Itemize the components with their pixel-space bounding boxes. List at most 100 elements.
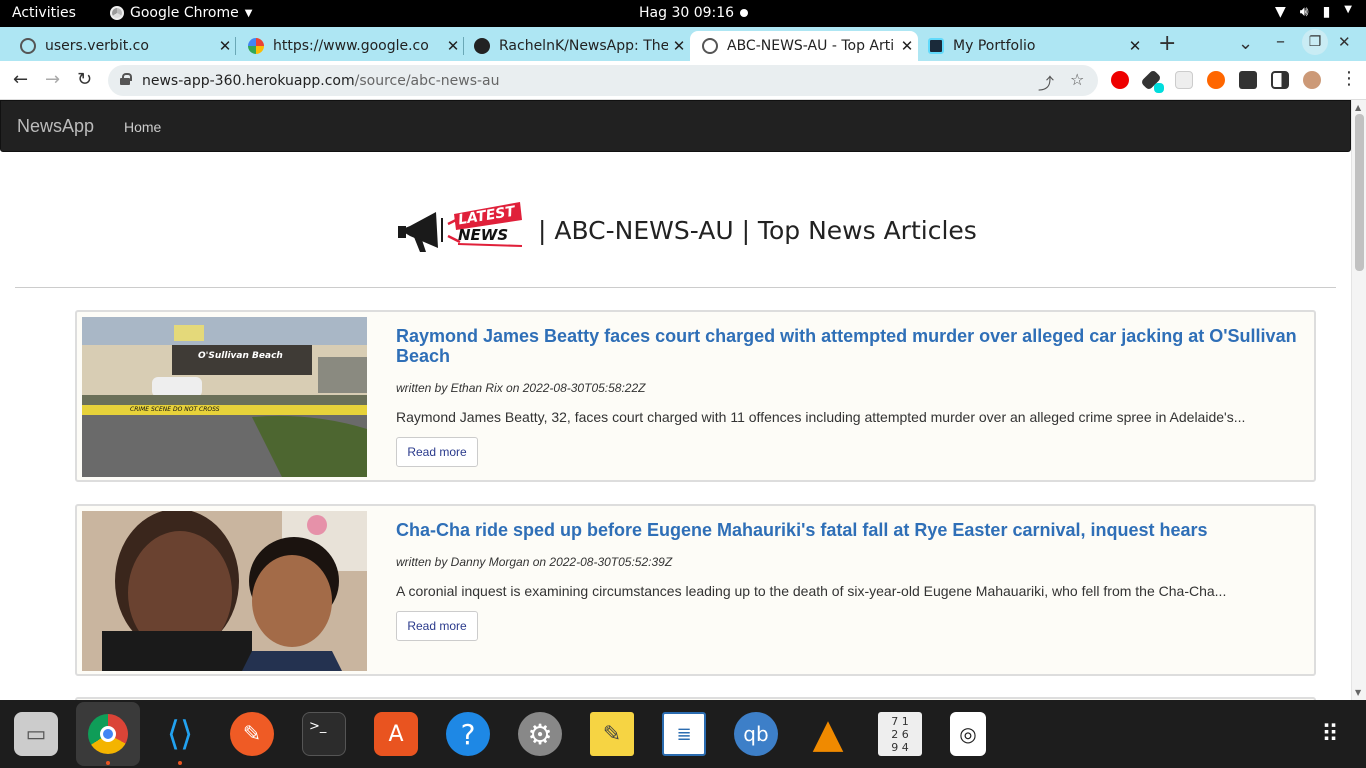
close-tab-icon[interactable]: ✕ [214,37,236,55]
forward-button[interactable]: → [45,69,60,90]
puzzle-extensions-icon[interactable] [1239,71,1257,89]
tab-my-portfolio[interactable]: My Portfolio ✕ [918,31,1146,61]
profile-avatar[interactable] [1303,71,1321,89]
crime-scene-photo [82,317,367,477]
activities-button[interactable]: Activities [12,5,76,21]
battery-icon: ▮ [1322,4,1331,20]
url-host: news-app-360.herokuapp.com [142,72,355,89]
caret-down-icon: ▼ [244,7,253,19]
close-tab-icon[interactable]: ✕ [1124,37,1146,55]
reload-button[interactable]: ↻ [77,69,92,90]
kebab-menu-icon[interactable]: ⋮ [1340,68,1358,89]
logo-text-news: NEWS [458,226,509,244]
system-tray[interactable]: ▼ 🔊︎ ▮ ▼ [1275,4,1352,20]
scroll-down-icon[interactable]: ▼ [1355,688,1361,697]
scrollbar-thumb[interactable] [1355,114,1364,271]
app-name: Google Chrome [130,5,239,21]
grid-extension-icon[interactable] [1175,71,1193,89]
site-navbar: NewsApp Home [0,100,1351,152]
restore-button[interactable]: ❐ [1302,29,1328,55]
article-card: O'Sullivan Beach CRIME SCENE DO NOT CROS… [75,310,1316,482]
chrome-dock-item[interactable] [76,702,140,766]
close-tab-icon[interactable]: ✕ [896,37,918,55]
dock: ▭ ⟨⟩ ✎ >_ A ? ⚙ ✎ ≣ qb ▲ 7 12 69 4 ◎ ⠿ [0,700,1366,768]
react-icon [928,38,944,54]
help-icon[interactable]: ? [446,712,490,756]
article-title-link[interactable]: Cha-Cha ride sped up before Eugene Mahau… [396,520,1306,540]
system-top-bar: Activities Google Chrome ▼ Hag 30 09:16 … [0,0,1366,27]
site-brand[interactable]: NewsApp [17,116,94,137]
shop-sign-text: O'Sullivan Beach [198,351,283,361]
clock[interactable]: Hag 30 09:16 [639,5,734,21]
tab-title: RachelnK/NewsApp: The [499,38,668,54]
tab-title: My Portfolio [953,38,1036,54]
scroll-up-icon[interactable]: ▲ [1355,103,1361,112]
opera-extension-icon[interactable] [1111,71,1129,89]
read-more-button[interactable]: Read more [396,611,478,641]
nav-home-link[interactable]: Home [124,119,161,135]
article-title-link[interactable]: Raymond James Beatty faces court charged… [396,326,1306,366]
postman-icon[interactable]: ✎ [230,712,274,756]
bookmark-star-icon[interactable]: ☆ [1070,70,1084,89]
article-description: Raymond James Beatty, 32, faces court ch… [396,409,1246,425]
running-indicator [106,761,110,765]
share-icon[interactable]: ⤴ [1038,70,1054,94]
chevron-down-icon: ▼ [1344,4,1352,15]
badge-icon [1154,83,1164,93]
app-menu[interactable]: Google Chrome ▼ [110,5,252,21]
minimize-button[interactable]: – [1276,31,1285,52]
lock-icon [120,73,132,85]
terminal-icon[interactable]: >_ [302,712,346,756]
sudoku-icon[interactable]: 7 12 69 4 [878,712,922,756]
back-button[interactable]: ← [13,69,28,90]
close-tab-icon[interactable]: ✕ [442,37,464,55]
tab-title: users.verbit.co [45,38,149,54]
side-panel-icon[interactable] [1271,71,1289,89]
vscode-icon[interactable]: ⟨⟩ [158,712,202,756]
portrait-photo [82,511,367,671]
url-bar[interactable]: news-app-360.herokuapp.com/source/abc-ne… [108,65,1098,96]
tab-strip: users.verbit.co ✕ https://www.google.co … [0,27,1366,61]
crime-tape-text: CRIME SCENE DO NOT CROSS [130,406,220,413]
page-scrollbar[interactable]: ▲ ▼ [1351,100,1366,700]
close-window-button[interactable]: ✕ [1338,33,1351,51]
tab-abc-news-active[interactable]: ABC-NEWS-AU - Top Arti ✕ [690,31,918,61]
close-tab-icon[interactable]: ✕ [668,37,690,55]
tab-title: https://www.google.co [273,38,429,54]
tab-users-verbit[interactable]: users.verbit.co ✕ [0,31,236,61]
postman-extension-icon[interactable] [1207,71,1225,89]
page-title: | ABC-NEWS-AU | Top News Articles [538,215,977,245]
wifi-icon: ▼ [1274,4,1286,20]
article-card: Cha-Cha ride sped up before Eugene Mahau… [75,504,1316,676]
url-path: /source/abc-news-au [354,72,500,89]
globe-icon [20,38,36,54]
writer-icon[interactable]: ≣ [662,712,706,756]
notes-icon[interactable]: ✎ [590,712,634,756]
github-icon [474,38,490,54]
article-image[interactable]: O'Sullivan Beach CRIME SCENE DO NOT CROS… [82,317,367,477]
qbittorrent-icon[interactable]: qb [734,712,778,756]
new-tab-button[interactable]: + [1158,31,1176,56]
article-meta: written by Danny Morgan on 2022-08-30T05… [396,555,673,569]
article-image[interactable] [82,511,367,671]
chrome-center [100,726,116,742]
media-player-icon[interactable]: ◎ [950,712,986,756]
tab-search-button[interactable]: ⌄ [1238,33,1253,54]
web-page: NewsApp Home LATEST NEWS | ABC-NEWS-AU |… [0,100,1366,700]
globe-icon [702,38,718,54]
tab-google[interactable]: https://www.google.co ✕ [236,31,464,61]
article-meta: written by Ethan Rix on 2022-08-30T05:58… [396,381,646,395]
read-more-button[interactable]: Read more [396,437,478,467]
settings-gear-icon[interactable]: ⚙ [518,712,562,756]
apps-grid-icon[interactable]: ⠿ [1308,712,1352,756]
vlc-icon[interactable]: ▲ [806,711,850,757]
page-heading: LATEST NEWS | ABC-NEWS-AU | Top News Art… [396,200,977,260]
heading-divider [15,287,1336,288]
notification-dot-icon [740,9,748,17]
google-icon [248,38,264,54]
software-center-icon[interactable]: A [374,712,418,756]
tab-github[interactable]: RachelnK/NewsApp: The ✕ [464,31,690,61]
volume-icon: 🔊︎ [1299,4,1309,20]
files-icon[interactable]: ▭ [14,712,58,756]
article-description: A coronial inquest is examining circumst… [396,583,1227,599]
